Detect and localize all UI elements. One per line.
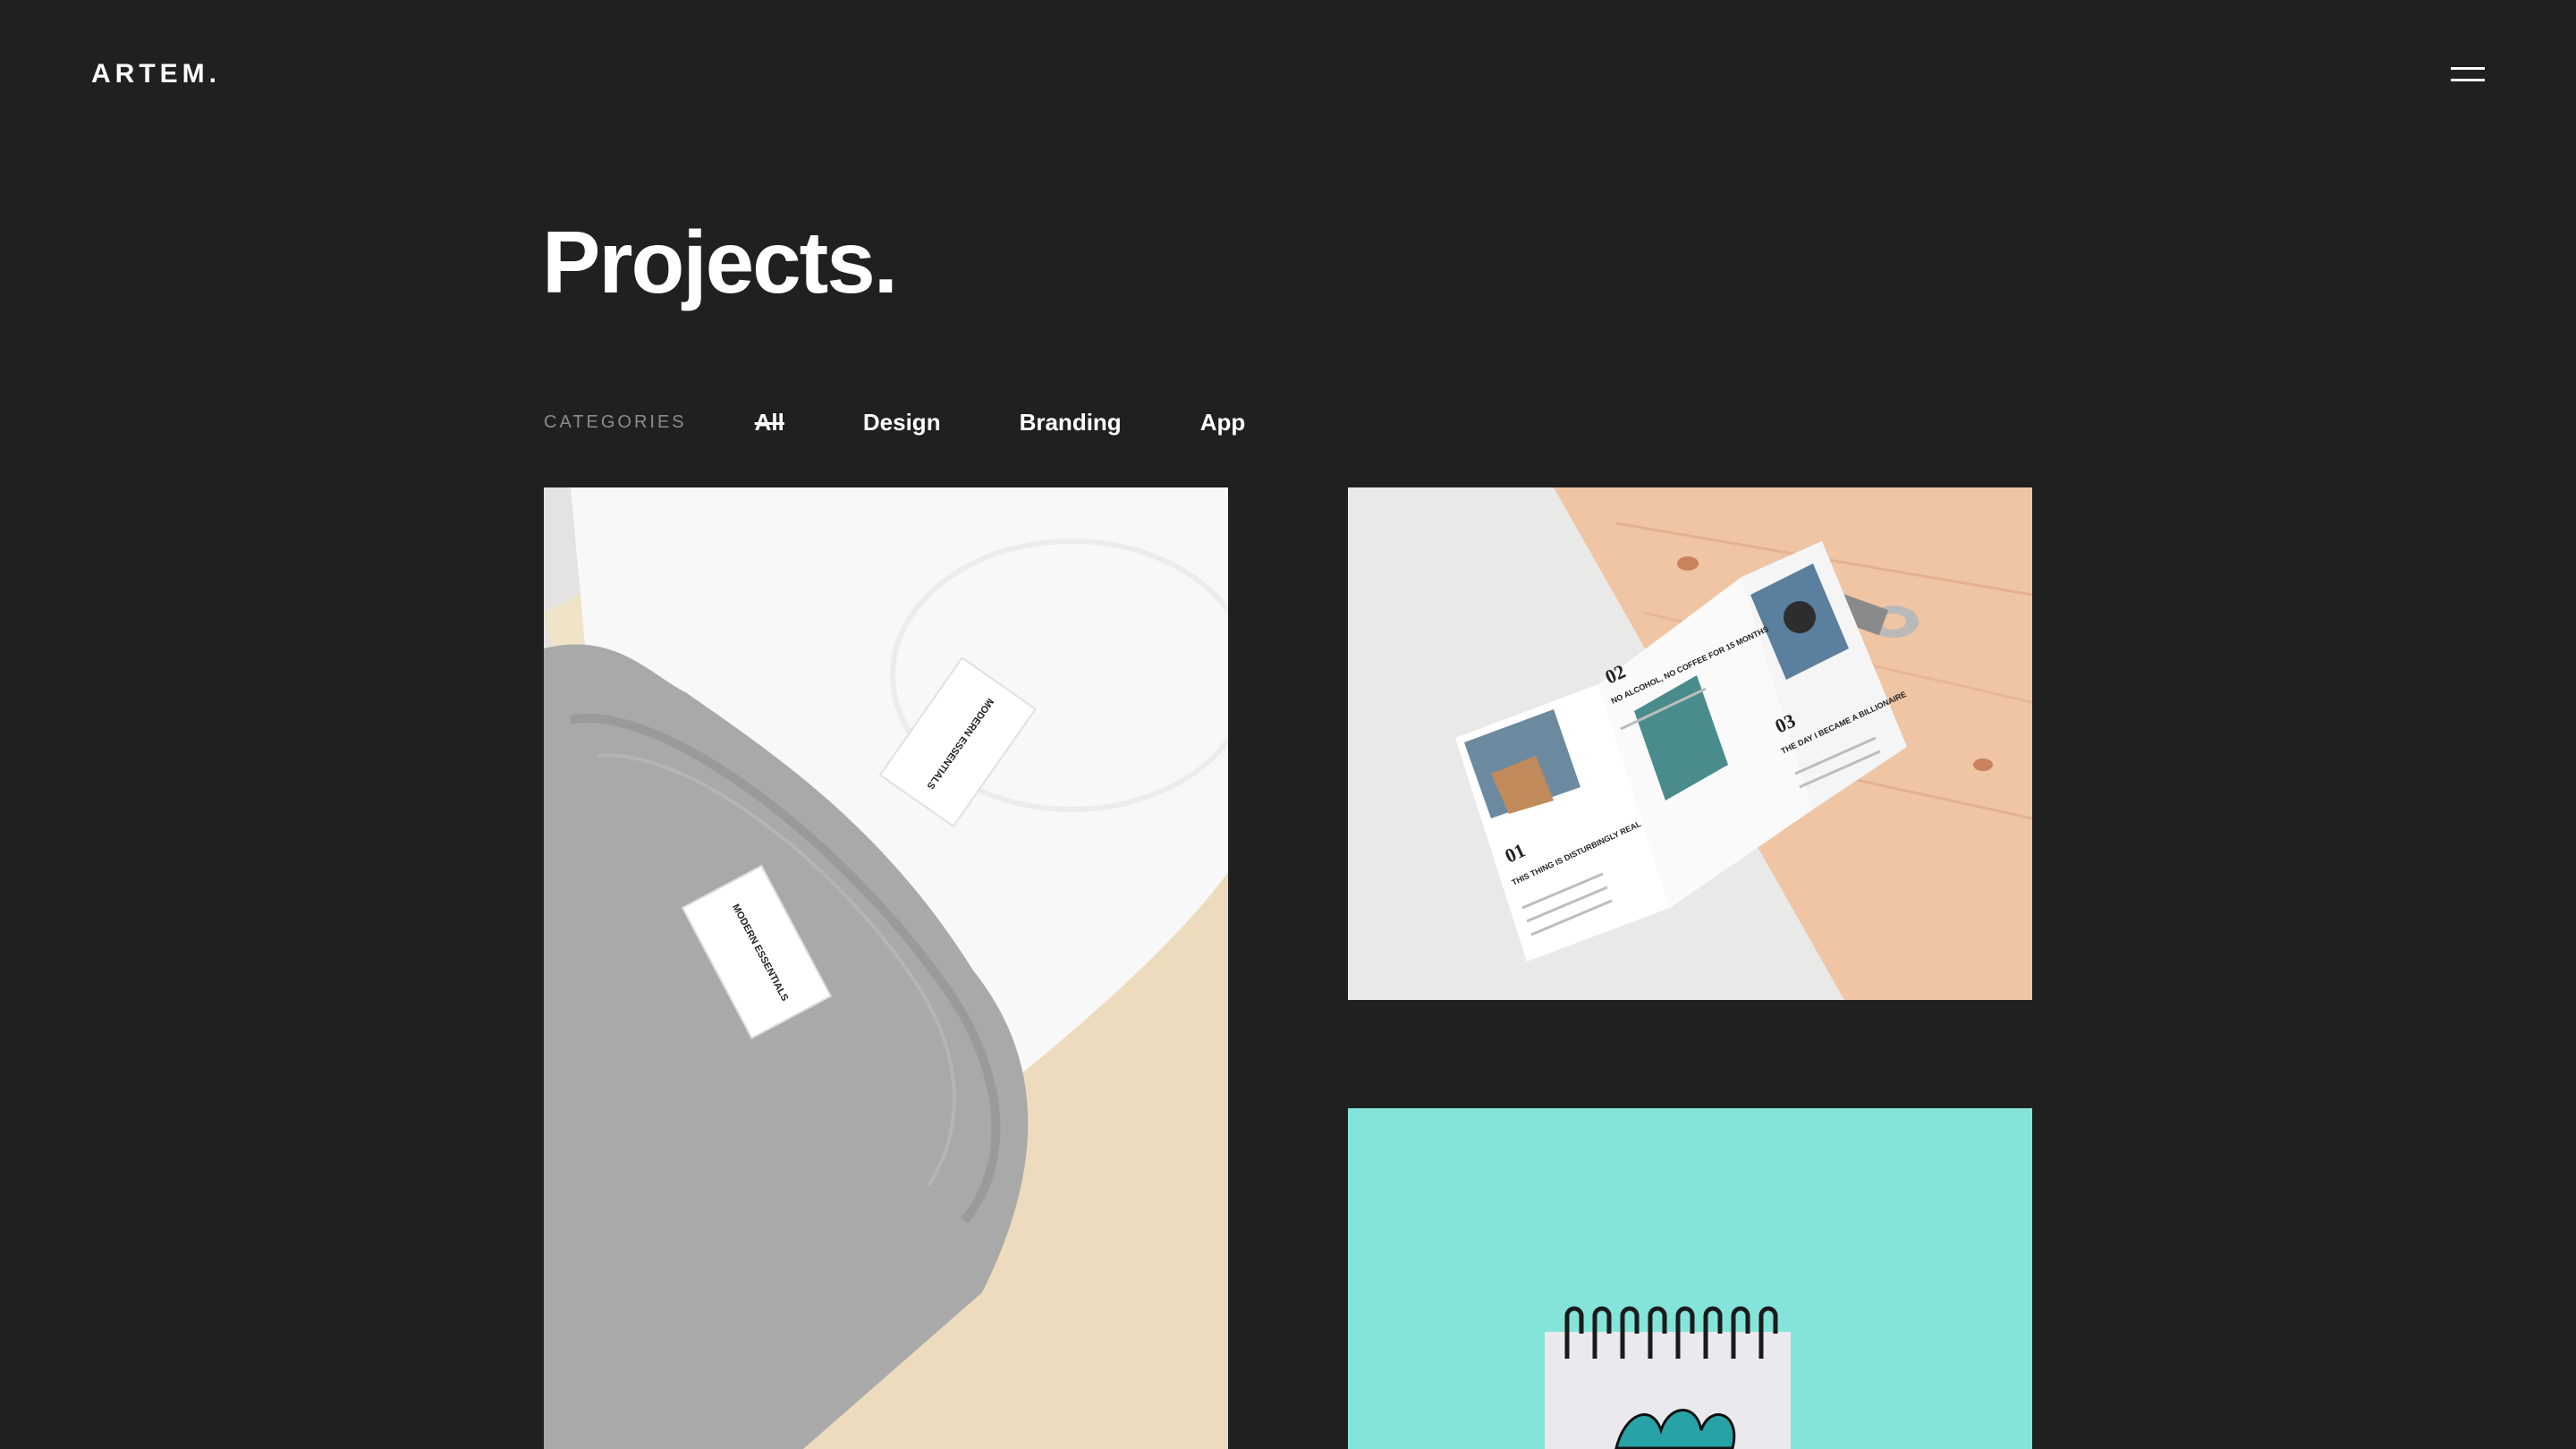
brochure-mockup-image: 01 THIS THING IS DISTURBINGLY REAL 02 NO… — [1348, 487, 2032, 1000]
notebook-mockup-image — [1348, 1108, 2032, 1449]
filter-branding[interactable]: Branding — [1020, 409, 1122, 436]
filter-all[interactable]: All — [755, 409, 784, 436]
categories-label: CATEGORIES — [544, 411, 687, 432]
category-filter-bar: CATEGORIES All Design Branding App — [544, 404, 1324, 440]
menu-line-top — [2451, 67, 2485, 70]
project-card-brochure[interactable]: 01 THIS THING IS DISTURBINGLY REAL 02 NO… — [1348, 487, 2032, 1000]
logo[interactable]: ARTEM. — [91, 59, 221, 89]
filter-app[interactable]: App — [1200, 409, 1246, 436]
project-card-tshirts[interactable]: MODERN ESSENTIALS MODERN ESSENTIALS — [544, 487, 1228, 1449]
menu-line-bottom — [2451, 79, 2485, 81]
page-title: Projects. — [542, 213, 898, 311]
filter-design[interactable]: Design — [863, 409, 941, 436]
project-card-notebook[interactable] — [1348, 1108, 2032, 1449]
tshirts-mockup-image: MODERN ESSENTIALS MODERN ESSENTIALS — [544, 487, 1228, 1449]
hamburger-menu-icon[interactable] — [2451, 63, 2485, 84]
